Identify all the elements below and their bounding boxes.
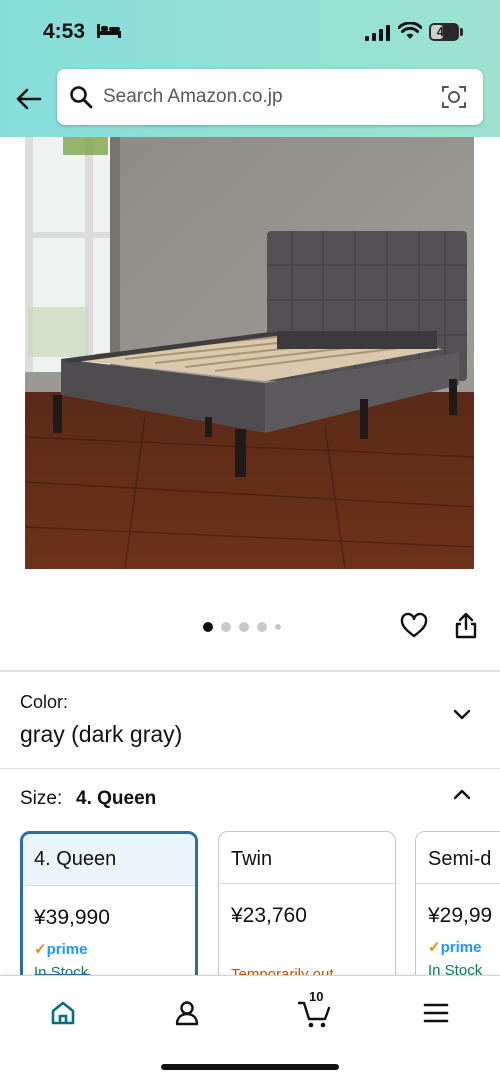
camera-search-icon[interactable]	[441, 84, 467, 110]
prime-check-icon: ✓	[34, 941, 47, 958]
carousel-dot[interactable]	[221, 622, 231, 632]
chevron-up-icon[interactable]	[451, 783, 473, 805]
size-value: 4. Queen	[76, 788, 157, 809]
battery-indicator: 47	[429, 23, 459, 41]
nav-home[interactable]	[43, 993, 83, 1033]
size-option-price: ¥39,990	[34, 906, 110, 929]
cart-count-badge: 10	[309, 989, 324, 1004]
prime-badge: ✓prime	[23, 930, 195, 958]
status-time: 4:53	[43, 20, 86, 43]
battery-tip	[460, 28, 463, 36]
carousel-dot[interactable]	[203, 622, 213, 632]
home-indicator	[161, 1064, 339, 1070]
bottom-nav: 10	[0, 975, 500, 1080]
nav-account[interactable]	[167, 993, 207, 1033]
image-carousel-dots[interactable]	[203, 621, 281, 633]
carousel-dot[interactable]	[275, 624, 281, 630]
size-label: Size:	[20, 788, 63, 809]
back-arrow-icon[interactable]	[14, 84, 44, 114]
prime-label: prime	[440, 939, 482, 956]
menu-icon	[423, 1003, 449, 1023]
size-option-name: 4. Queen	[23, 834, 195, 886]
color-value: gray (dark gray)	[20, 721, 183, 747]
bed-status-icon	[97, 24, 121, 38]
carousel-dot[interactable]	[257, 622, 267, 632]
search-bar[interactable]	[57, 69, 483, 125]
product-image[interactable]	[25, 137, 474, 569]
home-icon	[51, 1001, 75, 1025]
search-input[interactable]	[103, 81, 423, 113]
prime-label: prime	[46, 941, 88, 958]
color-label: Color:	[20, 692, 69, 712]
wifi-icon	[398, 22, 422, 39]
size-option-card[interactable]: Semi-d ¥29,99 ✓prime In Stock	[415, 831, 500, 991]
prime-badge: ✓prime	[416, 928, 500, 956]
share-icon[interactable]	[454, 612, 478, 640]
carousel-dot[interactable]	[239, 622, 249, 632]
prime-check-icon: ✓	[428, 939, 441, 956]
size-option-name: Twin	[219, 832, 395, 884]
account-icon	[175, 1001, 199, 1026]
section-divider	[0, 670, 500, 672]
search-icon	[70, 86, 93, 109]
section-divider	[0, 768, 500, 769]
prime-badge	[219, 928, 395, 938]
heart-icon[interactable]	[400, 612, 428, 640]
nav-cart[interactable]: 10	[295, 989, 335, 1033]
app-header: 4:53 47	[0, 0, 500, 137]
nav-menu[interactable]	[416, 993, 456, 1033]
size-option-card[interactable]: Twin ¥23,760 Temporarily out	[218, 831, 396, 991]
size-option-name: Semi-d	[416, 832, 500, 884]
chevron-down-icon[interactable]	[451, 704, 473, 726]
cellular-signal-icon	[365, 25, 390, 41]
battery-level: 47	[436, 24, 452, 39]
size-option-card[interactable]: 4. Queen ¥39,990 ✓prime In Stock	[20, 831, 198, 991]
size-option-price: ¥29,99	[428, 904, 493, 927]
size-option-price: ¥23,760	[231, 904, 307, 927]
